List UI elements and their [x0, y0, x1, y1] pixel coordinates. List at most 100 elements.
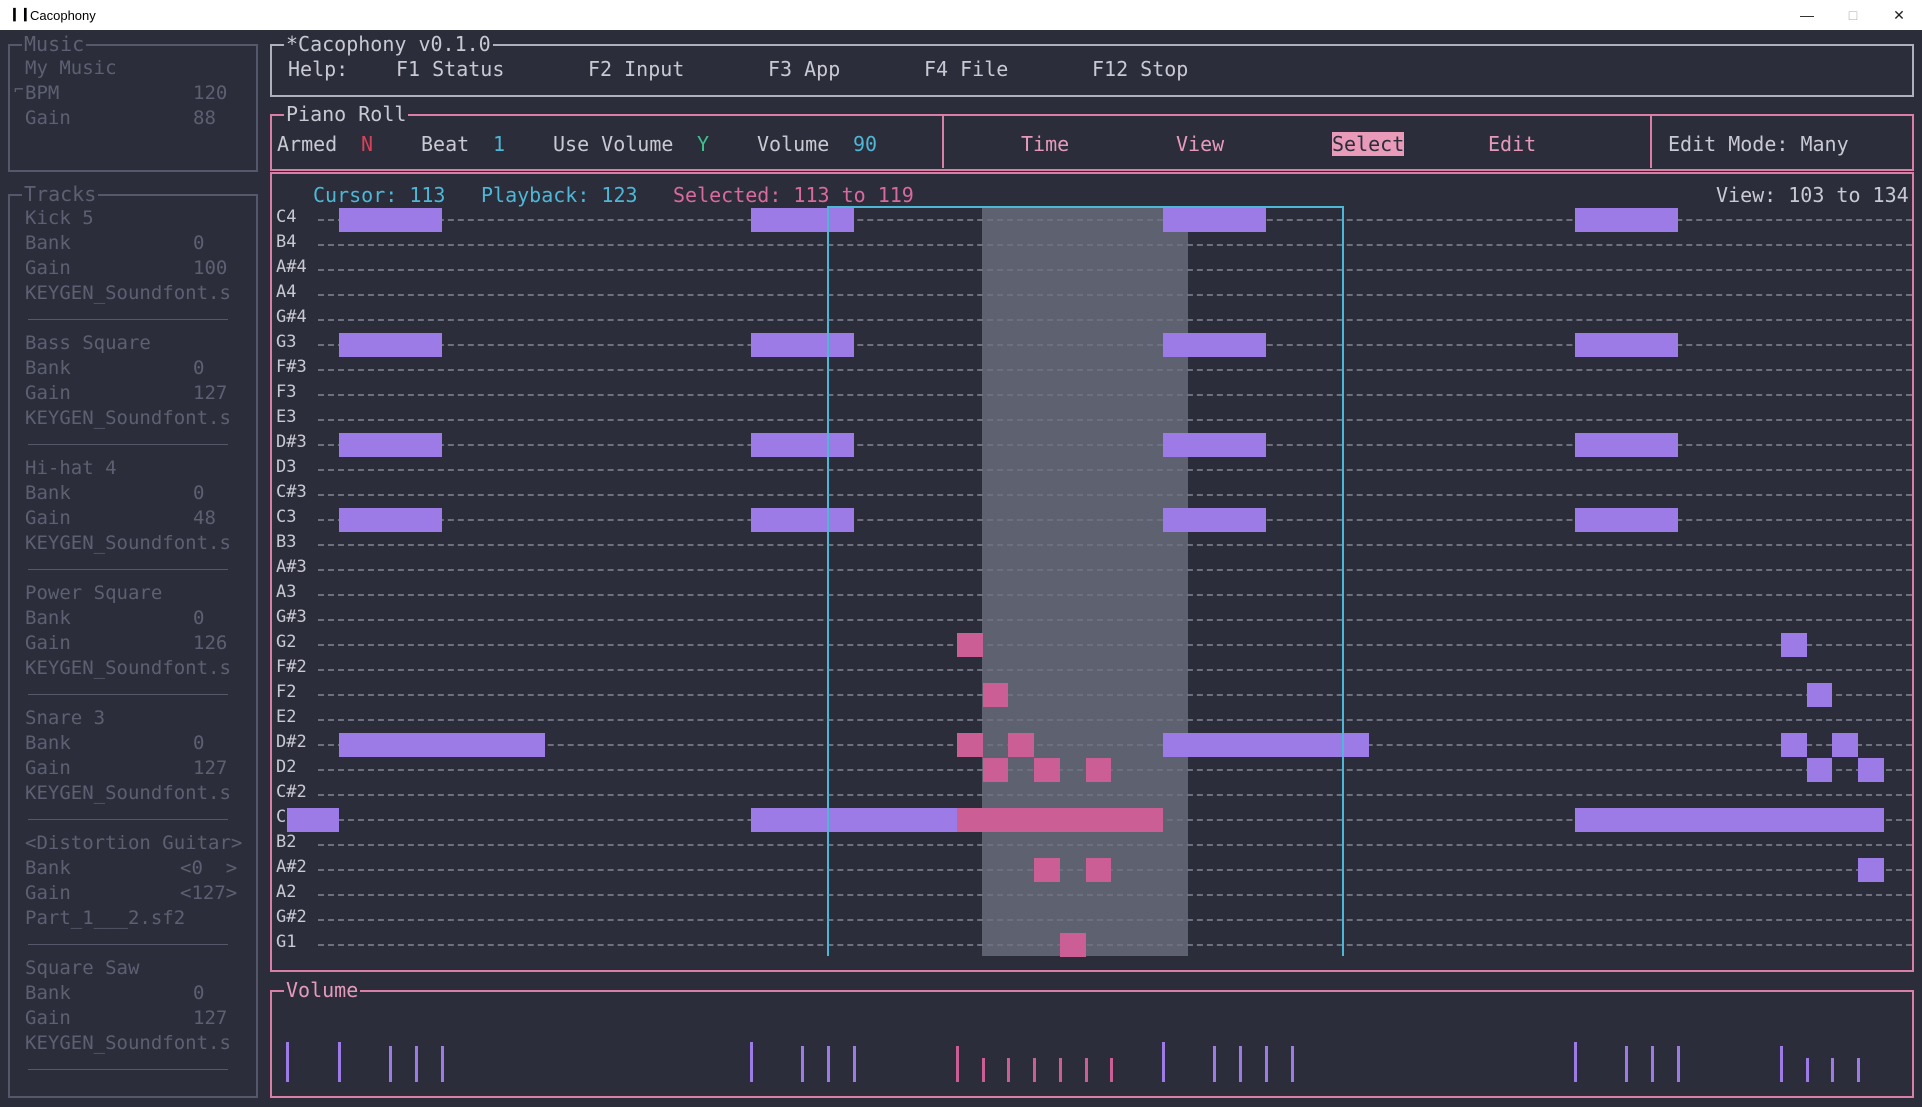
note[interactable] [338, 333, 442, 357]
key-f4-file[interactable]: F4 File [924, 57, 1008, 81]
note[interactable] [1162, 733, 1369, 757]
note[interactable] [1858, 758, 1884, 782]
volume-bar[interactable] [1161, 1042, 1165, 1082]
volume-bar[interactable] [852, 1046, 856, 1082]
bpm-value[interactable]: 120 [193, 82, 227, 104]
note[interactable] [338, 508, 442, 532]
beat-value[interactable]: 1 [493, 132, 505, 156]
volume-bar[interactable] [1264, 1046, 1268, 1082]
close-icon[interactable]: ✕ [1876, 2, 1922, 28]
note[interactable] [1162, 508, 1266, 532]
gain-value[interactable]: 88 [193, 107, 216, 129]
note[interactable] [338, 733, 545, 757]
volume-bar[interactable] [1779, 1046, 1783, 1082]
selected-note[interactable] [956, 808, 1163, 832]
track-name[interactable]: Hi-hat 4 [25, 457, 117, 479]
note[interactable] [338, 208, 442, 232]
note[interactable] [750, 208, 854, 232]
mode-view[interactable]: View [1176, 132, 1224, 156]
track-soundfont[interactable]: KEYGEN_Soundfont.s [25, 782, 231, 804]
track-soundfont[interactable]: Part_1___2.sf2 [25, 907, 185, 929]
volume-bar[interactable] [1625, 1046, 1629, 1082]
volume-bar[interactable] [1110, 1058, 1114, 1082]
minimize-icon[interactable]: — [1784, 2, 1830, 28]
track-bank-value[interactable]: 0 [193, 232, 204, 254]
track-bank-value[interactable]: 0 [193, 482, 204, 504]
track-name[interactable]: Snare 3 [25, 707, 105, 729]
volume-bar[interactable] [1805, 1058, 1809, 1082]
note[interactable] [1162, 433, 1266, 457]
volume-bar[interactable] [1857, 1058, 1860, 1082]
volume-bar[interactable] [1213, 1046, 1217, 1082]
track-soundfont[interactable]: KEYGEN_Soundfont.s [25, 407, 231, 429]
track-bank-value[interactable]: 0 [193, 732, 204, 754]
key-f3-app[interactable]: F3 App [768, 57, 840, 81]
key-f12-stop[interactable]: F12 Stop [1092, 57, 1188, 81]
track-bank-value[interactable]: 0 [193, 357, 204, 379]
note[interactable] [750, 433, 854, 457]
track-gain-value[interactable]: 127 [193, 1007, 227, 1029]
volume-bar[interactable] [415, 1046, 418, 1082]
track-name[interactable]: Bass Square [25, 332, 151, 354]
volume-bar[interactable] [1676, 1046, 1680, 1082]
note[interactable] [750, 333, 854, 357]
note[interactable] [1162, 208, 1266, 232]
note[interactable] [750, 508, 854, 532]
note[interactable] [287, 808, 339, 832]
selected-note[interactable] [1034, 758, 1060, 782]
maximize-icon[interactable]: □ [1830, 2, 1876, 28]
note[interactable] [1574, 333, 1678, 357]
track-soundfont[interactable]: KEYGEN_Soundfont.s [25, 282, 231, 304]
note[interactable] [1574, 508, 1678, 532]
track-gain-value[interactable]: 127 [193, 757, 227, 779]
volume-bar[interactable] [1033, 1058, 1036, 1082]
track-gain-value[interactable]: 126 [193, 632, 227, 654]
note[interactable] [338, 433, 442, 457]
track-soundfont[interactable]: KEYGEN_Soundfont.s [25, 657, 231, 679]
note[interactable] [750, 808, 957, 832]
note[interactable] [1574, 808, 1884, 832]
volume-bar[interactable] [1239, 1046, 1242, 1082]
selected-note[interactable] [1008, 733, 1034, 757]
volume-value[interactable]: 90 [853, 132, 877, 156]
track-name[interactable]: Square Saw [25, 957, 139, 979]
note[interactable] [1858, 858, 1884, 882]
volume-bar[interactable] [749, 1042, 753, 1082]
volume-bar[interactable] [1651, 1046, 1654, 1082]
edit-mode[interactable]: Edit Mode: Many [1668, 132, 1849, 156]
track-name[interactable]: Kick 5 [25, 207, 94, 229]
selected-note[interactable] [956, 633, 983, 657]
note[interactable] [1574, 433, 1678, 457]
volume-bar[interactable] [389, 1046, 393, 1082]
track-soundfont[interactable]: KEYGEN_Soundfont.s [25, 1032, 231, 1054]
volume-bar[interactable] [1831, 1058, 1835, 1082]
volume-bar[interactable] [827, 1046, 830, 1082]
armed-value[interactable]: N [361, 132, 373, 156]
track-bank-value[interactable]: 0 [193, 607, 204, 629]
track-gain-value[interactable]: 100 [193, 257, 227, 279]
note[interactable] [1574, 208, 1678, 232]
key-f1-status[interactable]: F1 Status [396, 57, 504, 81]
track-name[interactable]: Power Square [25, 582, 162, 604]
note[interactable] [1780, 633, 1807, 657]
volume-bar[interactable] [337, 1042, 341, 1082]
mode-time[interactable]: Time [1021, 132, 1069, 156]
track-bank-value[interactable]: 0 [193, 982, 204, 1004]
selected-note[interactable] [1034, 858, 1060, 882]
volume-bar[interactable] [955, 1046, 959, 1082]
track-soundfont[interactable]: KEYGEN_Soundfont.s [25, 532, 231, 554]
note[interactable] [1806, 683, 1833, 707]
track-name[interactable]: <Distortion Guitar> [25, 832, 242, 854]
selected-note[interactable] [982, 758, 1009, 782]
volume-bar[interactable] [286, 1042, 290, 1082]
use-volume-value[interactable]: Y [697, 132, 709, 156]
volume-bar[interactable] [1084, 1058, 1088, 1082]
mode-select[interactable]: Select [1332, 132, 1405, 156]
note[interactable] [1832, 733, 1858, 757]
selected-note[interactable] [1085, 758, 1112, 782]
track-gain-value[interactable]: 127 [193, 382, 227, 404]
track-bank-value[interactable]: <0 > [180, 857, 237, 879]
note[interactable] [1780, 733, 1807, 757]
music-name[interactable]: My Music [25, 57, 117, 79]
volume-bar[interactable] [1573, 1042, 1577, 1082]
